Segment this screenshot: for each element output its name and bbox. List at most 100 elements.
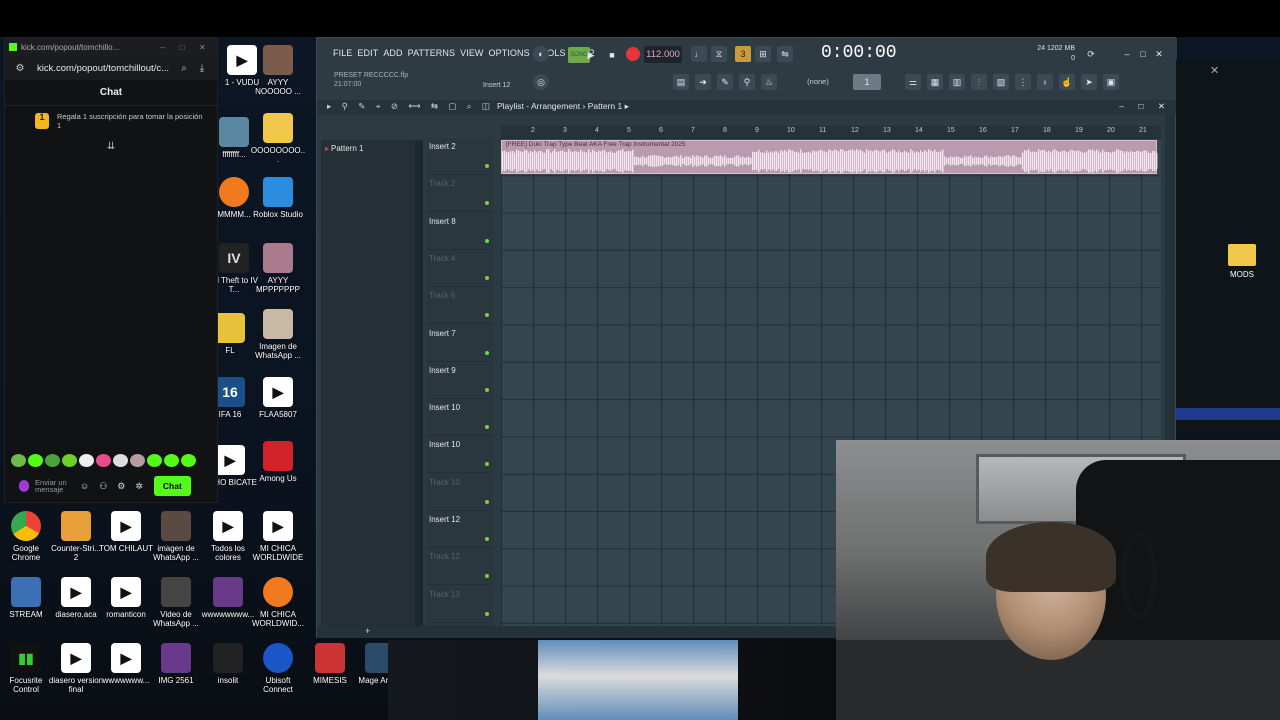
timeline-ruler[interactable]: 2 3 4 5 6 7 8 9 10 11 12 13 14 15 16 17 18 19 20 21 <box>501 126 1161 138</box>
faders-icon[interactable]: ⫶ <box>971 74 987 90</box>
plugin-picker-icon[interactable]: ⋮ <box>1015 74 1031 90</box>
desktop-icon[interactable]: Among Us <box>250 441 306 483</box>
url-text[interactable]: kick.com/popout/tomchillout/c... <box>37 63 175 74</box>
desktop-icon[interactable]: Google Chrome <box>0 511 54 562</box>
pattern-selector[interactable]: 1 <box>853 74 881 90</box>
countdown-icon[interactable]: 3 <box>735 46 751 62</box>
metronome-icon[interactable]: ♩ <box>691 46 707 62</box>
track-header[interactable]: Track 13 <box>427 586 493 623</box>
playlist-window-controls[interactable]: – □ ✕ <box>1119 101 1171 112</box>
snap-selector[interactable]: (none) <box>793 75 843 89</box>
track-header[interactable]: Insert 2 <box>427 138 493 175</box>
maximize-icon[interactable]: □ <box>1135 46 1151 62</box>
desktop-icon-mods[interactable]: MODS <box>1222 244 1262 279</box>
desktop-icon[interactable]: ▶ wwwwwww... <box>98 643 154 685</box>
emote-icon[interactable] <box>45 454 60 467</box>
send-icon[interactable]: ➤ <box>1081 74 1097 90</box>
mixer-icon[interactable]: ⚌ <box>905 74 921 90</box>
desktop-icon[interactable]: ▶ diasero version final <box>48 643 104 694</box>
emote-icon[interactable] <box>28 454 43 467</box>
emote-icon[interactable] <box>113 454 128 467</box>
emote-icon[interactable] <box>164 454 179 467</box>
track-led-icon[interactable] <box>485 499 489 504</box>
close-icon[interactable]: ✕ <box>199 43 206 52</box>
current-pattern[interactable]: Pattern 1 <box>588 101 623 111</box>
track-header[interactable]: Track 12 <box>427 548 493 586</box>
add-track-icon[interactable]: + <box>365 626 370 636</box>
window-controls[interactable]: – □ ✕ <box>153 43 213 52</box>
emote-bar[interactable] <box>11 454 196 467</box>
track-header[interactable]: Insert 12 <box>427 511 493 548</box>
desktop-icon[interactable]: Roblox Studio <box>250 177 306 219</box>
microphone-icon[interactable]: ♁ <box>1037 74 1053 90</box>
minimize-icon[interactable]: – <box>1119 46 1135 62</box>
scroll-down-icon[interactable]: ⇊ <box>5 141 217 152</box>
song-time-display[interactable]: 0:00:00 <box>821 43 897 63</box>
desktop-icon[interactable]: Ubisoft Connect <box>250 643 306 694</box>
stop-icon[interactable]: ■ <box>604 47 620 63</box>
emote-icon[interactable] <box>147 454 162 467</box>
pattern-list-item[interactable]: ▸ Pattern 1 <box>321 140 421 157</box>
emote-icon[interactable] <box>62 454 77 467</box>
play-icon[interactable]: ▶ <box>583 47 599 63</box>
track-led-icon[interactable] <box>485 201 489 206</box>
address-bar[interactable]: ⚙ kick.com/popout/tomchillout/c... ⌕ ⤓ <box>5 56 217 80</box>
track-header[interactable]: Track 5 <box>427 287 493 325</box>
menu-view[interactable]: VIEW <box>460 48 483 58</box>
track-led-icon[interactable] <box>485 164 489 168</box>
desktop-icon[interactable]: AYYY MPPPPPPP <box>250 243 306 294</box>
close-icon[interactable]: ✕ <box>1151 46 1167 62</box>
send-chat-button[interactable]: Chat <box>153 476 191 496</box>
desktop-icon[interactable]: insolit <box>200 643 256 685</box>
pattern-list-scrollbar[interactable] <box>415 140 423 630</box>
desktop-icon[interactable]: AYYY NOOOOO ... <box>250 45 306 96</box>
link-icon[interactable]: ⚲ <box>739 74 755 90</box>
step-edit-icon[interactable]: ⇋ <box>777 46 793 62</box>
track-led-icon[interactable] <box>485 574 489 579</box>
minimize-icon[interactable]: – <box>160 43 164 52</box>
settings-icon[interactable]: ⚙ <box>117 481 125 492</box>
track-header[interactable]: Track 10 <box>427 474 493 511</box>
menu-options[interactable]: OPTIONS <box>489 48 530 58</box>
desktop-icon[interactable]: imagen de WhatsApp ... <box>148 511 204 562</box>
desktop-icon[interactable]: ▮▮ Focusrite Control <box>0 643 54 694</box>
wait-icon[interactable]: ⧖ <box>711 46 727 62</box>
desktop-icon[interactable]: ▶ diasero.aca <box>48 577 104 619</box>
desktop-icon[interactable]: Video de WhatsApp ... <box>148 577 204 628</box>
track-led-icon[interactable] <box>485 462 489 467</box>
gear-icon[interactable]: ✲ <box>135 481 143 492</box>
track-header[interactable]: Insert 10 <box>427 399 493 437</box>
news-icon[interactable]: ▣ <box>1103 74 1119 90</box>
track-header[interactable]: Track 2 <box>427 175 493 213</box>
menu-add[interactable]: ADD <box>383 48 402 58</box>
menu-edit[interactable]: EDIT <box>357 48 378 58</box>
emote-icon[interactable] <box>11 454 26 467</box>
track-header[interactable]: Track 4 <box>427 250 493 287</box>
menu-file[interactable]: FILE <box>333 48 352 58</box>
desktop-icon[interactable]: ▶ Todos los colores <box>200 511 256 562</box>
track-led-icon[interactable] <box>485 275 489 280</box>
desktop-icon[interactable]: MIMESIS <box>302 643 358 685</box>
track-led-icon[interactable] <box>485 387 489 392</box>
playlist-tools[interactable]: ▸ ⚲ ✎ ⌖ ⊘ ⟷ ⇆ ▢ ⌕ ◫ <box>327 101 494 112</box>
desktop-icon[interactable]: OOOOOOOO... <box>250 113 306 164</box>
track-header[interactable]: Insert 10 <box>427 436 493 474</box>
site-settings-icon[interactable]: ⚙ <box>11 63 29 74</box>
desktop-icon[interactable]: wwwwwwww... <box>200 577 256 619</box>
online-icon[interactable]: ⟳ <box>1083 46 1099 62</box>
desktop-icon[interactable]: ▶ MI CHICA WORLDWIDE <box>250 511 306 562</box>
record-icon[interactable] <box>626 47 640 61</box>
track-led-icon[interactable] <box>485 537 489 541</box>
gift-sub-banner[interactable]: 1 Regala 1 suscripción para tomar la pos… <box>5 106 217 137</box>
desktop-icon[interactable]: IMG 2561 <box>148 643 204 685</box>
desktop-icon[interactable]: Counter-Stri... 2 <box>48 511 104 562</box>
maximize-icon[interactable]: □ <box>179 43 184 52</box>
emote-icon[interactable] <box>181 454 196 467</box>
track-header[interactable]: Insert 7 <box>427 325 493 362</box>
typing-keyboard-icon[interactable]: ✎ <box>717 74 733 90</box>
loop-record-icon[interactable]: ⊞ <box>755 46 771 62</box>
desktop-icon[interactable]: MI CHICA WORLDWID... <box>250 577 306 628</box>
audio-clip[interactable]: [FREE] Duki Trap Type Beat AKA Free Trap… <box>501 140 1158 174</box>
download-icon[interactable]: ⤓ <box>193 63 211 74</box>
track-led-icon[interactable] <box>485 238 489 243</box>
